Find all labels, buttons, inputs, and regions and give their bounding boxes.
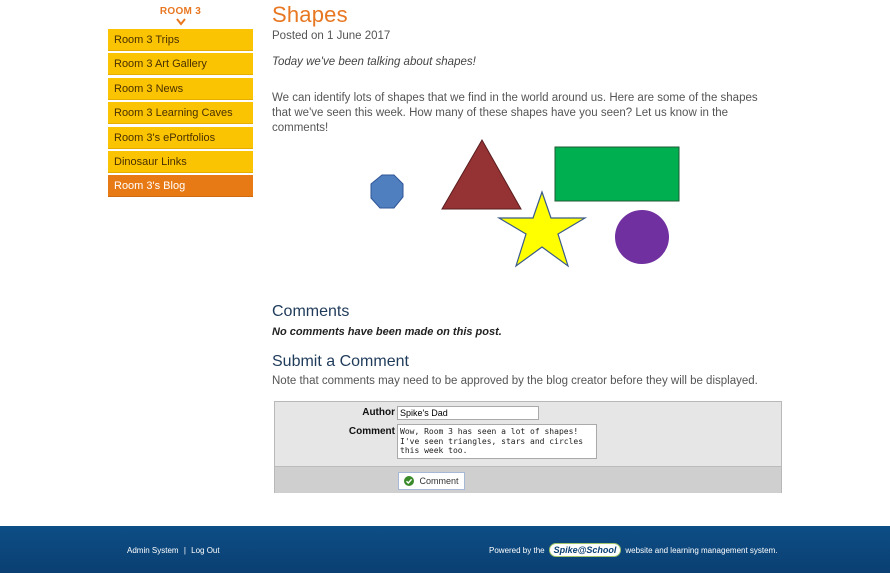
comment-label: Comment bbox=[348, 426, 395, 437]
comment-textarea[interactable]: Wow, Room 3 has seen a lot of shapes! I'… bbox=[397, 424, 597, 459]
form-footer: Comment bbox=[275, 466, 781, 493]
powered-by-prefix: Powered by the bbox=[489, 545, 545, 555]
no-comments-message: No comments have been made on this post. bbox=[272, 326, 502, 338]
sidebar-heading[interactable]: ROOM 3 bbox=[108, 0, 253, 17]
comment-form: Author Comment Wow, Room 3 has seen a lo… bbox=[274, 401, 782, 493]
sidebar-item[interactable]: Room 3 Learning Caves bbox=[108, 102, 253, 125]
footer-separator: | bbox=[183, 546, 186, 555]
powered-by: Powered by the Spike@School website and … bbox=[489, 543, 777, 557]
site-footer: Admin System | Log Out Powered by the Sp… bbox=[0, 526, 890, 573]
circle-shape bbox=[615, 210, 669, 264]
sidebar-item[interactable]: Room 3's ePortfolios bbox=[108, 126, 253, 149]
check-circle-icon bbox=[404, 476, 415, 486]
post-body: We can identify lots of shapes that we f… bbox=[272, 92, 758, 134]
comments-title: Comments bbox=[272, 303, 350, 320]
comment-button-label: Comment bbox=[419, 476, 459, 486]
sidebar-item[interactable]: Room 3's Blog bbox=[108, 175, 253, 198]
rectangle-shape bbox=[554, 146, 680, 202]
author-label: Author bbox=[362, 407, 395, 418]
post-date: Posted on 1 June 2017 bbox=[272, 30, 391, 42]
post-title: Shapes bbox=[272, 2, 348, 27]
logout-link[interactable]: Log Out bbox=[191, 546, 219, 555]
sidebar-item[interactable]: Room 3 News bbox=[108, 77, 253, 100]
submit-comment-title: Submit a Comment bbox=[272, 353, 409, 370]
chevron-down-icon bbox=[175, 18, 186, 26]
sidebar: ROOM 3 Room 3 Trips Room 3 Art Gallery Roo… bbox=[108, 0, 253, 200]
author-input[interactable] bbox=[397, 406, 539, 420]
sidebar-item[interactable]: Dinosaur Links bbox=[108, 150, 253, 173]
shapes-image bbox=[370, 138, 680, 268]
powered-by-suffix: website and learning management system. bbox=[625, 545, 778, 555]
admin-system-link[interactable]: Admin System bbox=[127, 546, 179, 555]
sidebar-list: Room 3 Trips Room 3 Art Gallery Room 3 New… bbox=[108, 29, 253, 198]
submit-note: Note that comments may need to be approv… bbox=[272, 375, 758, 387]
sidebar-item[interactable]: Room 3 Trips bbox=[108, 29, 253, 51]
comment-submit-button[interactable]: Comment bbox=[398, 472, 465, 490]
spike-at-school-logo[interactable]: Spike@School bbox=[548, 543, 622, 557]
triangle-shape bbox=[441, 138, 522, 210]
post-intro: Today we've been talking about shapes! bbox=[272, 56, 476, 68]
footer-links: Admin System | Log Out bbox=[127, 546, 220, 555]
octagon-shape bbox=[370, 174, 404, 209]
sidebar-item[interactable]: Room 3 Art Gallery bbox=[108, 53, 253, 76]
